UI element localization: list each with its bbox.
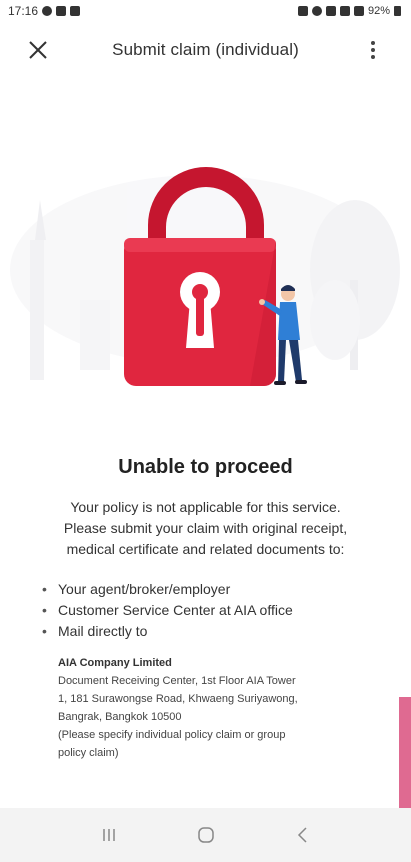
address-line: 1, 181 Surawongse Road, Khwaeng Suriyawo… (58, 693, 298, 705)
error-description: Your policy is not applicable for this s… (30, 497, 381, 560)
more-vertical-icon (365, 41, 381, 59)
error-headline: Unable to proceed (118, 456, 293, 478)
battery-percent: 92% (367, 5, 390, 17)
battery-icon (394, 6, 401, 16)
back-icon (297, 827, 307, 843)
company-name: AIA Company Limited (58, 657, 172, 669)
status-right: 92% (297, 5, 401, 17)
back-button[interactable] (283, 815, 323, 855)
description-line: Your policy is not applicable for this s… (70, 499, 341, 515)
home-icon (197, 827, 214, 843)
address-line: policy claim) (58, 747, 119, 759)
system-navigation-bar (0, 808, 411, 862)
recents-button[interactable] (89, 815, 129, 855)
home-button[interactable] (186, 815, 226, 855)
nfc-icon (297, 6, 308, 16)
messenger-icon (42, 6, 53, 16)
locked-illustration (10, 167, 400, 386)
description-line: Please submit your claim with original r… (63, 520, 348, 536)
address-line: Document Receiving Center, 1st Floor AIA… (58, 675, 296, 687)
email-notification-icon (70, 6, 81, 16)
list-item: Customer Service Center at AIA office (42, 600, 382, 621)
mailing-address: AIA Company Limited Document Receiving C… (58, 654, 358, 762)
submission-options-list: Your agent/broker/employer Customer Serv… (42, 579, 382, 642)
list-item: Mail directly to (42, 621, 382, 642)
image-notification-icon (56, 6, 67, 16)
status-left: 17:16 (8, 4, 81, 18)
description-line: medical certificate and related document… (66, 541, 345, 557)
app-bar: Submit claim (individual) (0, 26, 411, 74)
wifi-icon (339, 6, 350, 16)
address-line: Bangrak, Bangkok 10500 (58, 711, 182, 723)
mute-icon (325, 6, 336, 16)
bluetooth-icon (311, 6, 322, 16)
status-time: 17:16 (8, 4, 39, 18)
status-bar: 17:16 92% (0, 0, 411, 22)
address-line: (Please specify individual policy claim … (58, 729, 286, 741)
recents-icon (102, 829, 115, 841)
signal-icon (353, 6, 364, 16)
page-title: Submit claim (individual) (112, 40, 299, 59)
more-options-button[interactable] (365, 38, 381, 64)
list-item: Your agent/broker/employer (42, 579, 382, 600)
